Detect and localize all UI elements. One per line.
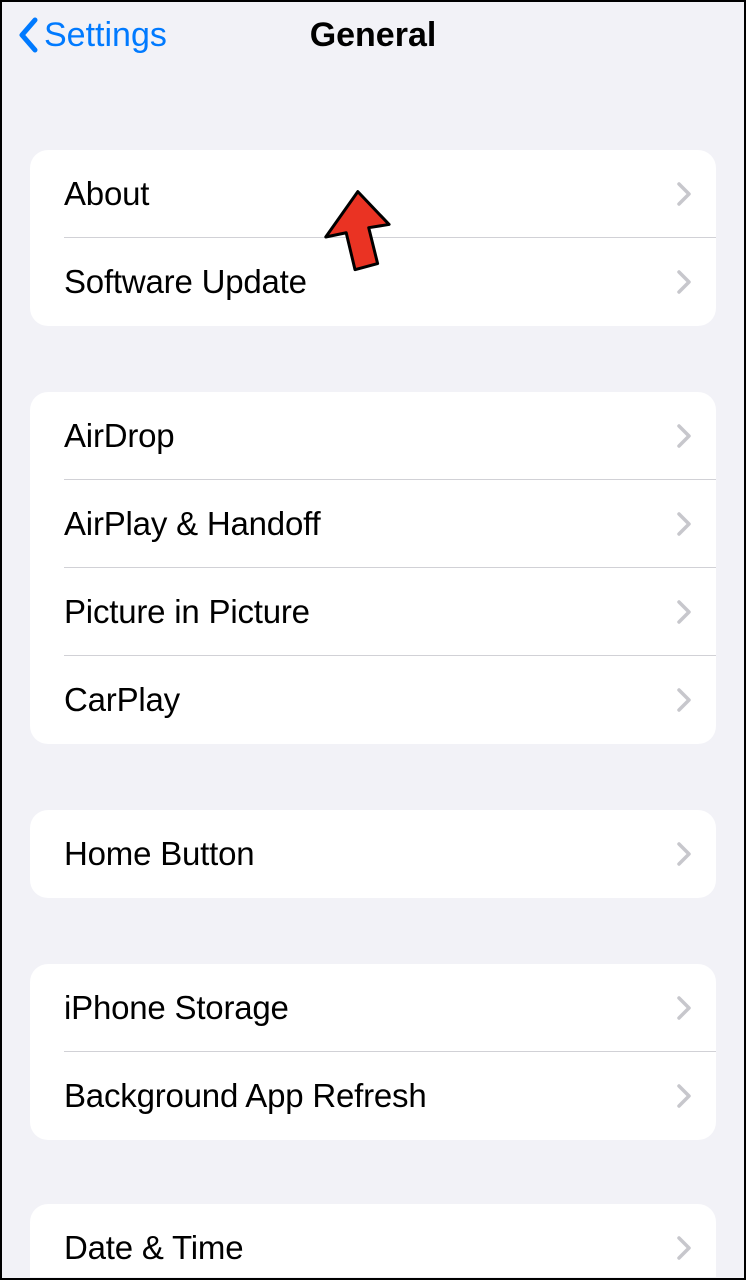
chevron-right-icon <box>676 1083 692 1109</box>
settings-group-date: Date & Time <box>30 1204 716 1277</box>
chevron-right-icon <box>676 181 692 207</box>
row-label: Date & Time <box>64 1229 243 1267</box>
settings-group-about: About Software Update <box>30 150 716 326</box>
row-label: Software Update <box>64 263 307 301</box>
settings-content: About Software Update AirDrop AirPlay & … <box>2 72 744 1277</box>
row-label: AirPlay & Handoff <box>64 505 320 543</box>
row-label: AirDrop <box>64 417 174 455</box>
row-label: Background App Refresh <box>64 1077 427 1115</box>
back-chevron-icon <box>18 17 40 53</box>
chevron-right-icon <box>676 995 692 1021</box>
navigation-bar: Settings General <box>2 2 744 72</box>
row-about[interactable]: About <box>30 150 716 238</box>
back-label: Settings <box>44 16 167 55</box>
settings-group-home: Home Button <box>30 810 716 898</box>
chevron-right-icon <box>676 423 692 449</box>
settings-group-connect: AirDrop AirPlay & Handoff Picture in Pic… <box>30 392 716 744</box>
row-label: About <box>64 175 149 213</box>
row-date-time[interactable]: Date & Time <box>30 1204 716 1277</box>
row-picture-in-picture[interactable]: Picture in Picture <box>30 568 716 656</box>
row-airdrop[interactable]: AirDrop <box>30 392 716 480</box>
row-airplay-handoff[interactable]: AirPlay & Handoff <box>30 480 716 568</box>
row-iphone-storage[interactable]: iPhone Storage <box>30 964 716 1052</box>
chevron-right-icon <box>676 511 692 537</box>
chevron-right-icon <box>676 841 692 867</box>
chevron-right-icon <box>676 687 692 713</box>
chevron-right-icon <box>676 1235 692 1261</box>
row-label: Picture in Picture <box>64 593 310 631</box>
back-button[interactable]: Settings <box>18 16 167 55</box>
chevron-right-icon <box>676 269 692 295</box>
chevron-right-icon <box>676 599 692 625</box>
row-label: iPhone Storage <box>64 989 289 1027</box>
row-background-app-refresh[interactable]: Background App Refresh <box>30 1052 716 1140</box>
row-software-update[interactable]: Software Update <box>30 238 716 326</box>
settings-group-storage: iPhone Storage Background App Refresh <box>30 964 716 1140</box>
row-home-button[interactable]: Home Button <box>30 810 716 898</box>
row-label: CarPlay <box>64 681 180 719</box>
row-label: Home Button <box>64 835 254 873</box>
row-carplay[interactable]: CarPlay <box>30 656 716 744</box>
